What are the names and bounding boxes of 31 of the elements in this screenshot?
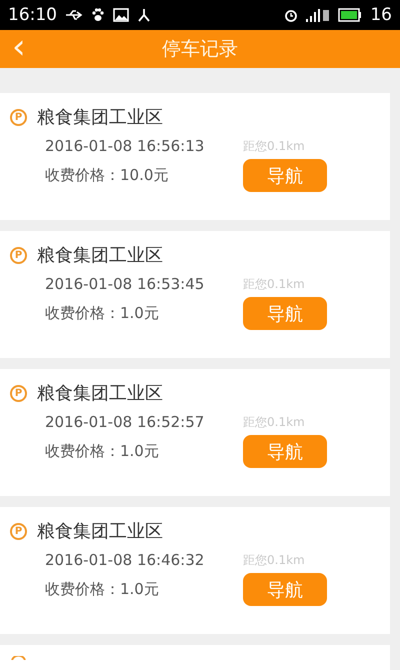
navigate-button[interactable]: 导航: [243, 297, 327, 330]
back-button[interactable]: ‹: [8, 32, 30, 62]
record-time: 2016-01-08 16:46:32: [45, 551, 206, 569]
location-name: 粮食集团工业区: [37, 520, 163, 543]
paw-icon: [91, 8, 105, 22]
location-name: 粮食集团工业区: [37, 382, 163, 405]
location-name: 粮食集团工业区: [37, 106, 163, 129]
record-time: 2016-01-08 16:56:13: [45, 137, 206, 155]
battery-level: 16: [370, 5, 392, 25]
price-text: 收费价格：1.0元: [45, 442, 160, 461]
record-time: 2016-01-08 16:52:57: [45, 413, 206, 431]
image-icon: [113, 8, 129, 22]
alarm-icon: [284, 8, 298, 22]
parking-icon: P: [10, 108, 27, 126]
price-text: 收费价格：1.0元: [45, 580, 160, 599]
parking-icon: P: [10, 384, 27, 402]
location-name: 粮食集团工业区: [37, 244, 163, 267]
navigate-button[interactable]: 导航: [243, 435, 327, 468]
price-text: 收费价格：1.0元: [45, 304, 160, 323]
parking-icon: P: [10, 246, 27, 264]
signal-icon: [306, 8, 330, 22]
navigate-button[interactable]: 导航: [243, 573, 327, 606]
usb-icon: [65, 9, 83, 21]
battery-icon: [338, 8, 362, 22]
price-text: 收费价格：10.0元: [45, 166, 170, 185]
page-title: 停车记录: [162, 37, 238, 62]
record-time: 2016-01-08 16:53:45: [45, 275, 206, 293]
status-time: 16:10: [8, 5, 57, 25]
navigate-button[interactable]: 导航: [243, 159, 327, 192]
fork-icon: [137, 8, 151, 22]
parking-icon: P: [10, 522, 27, 540]
